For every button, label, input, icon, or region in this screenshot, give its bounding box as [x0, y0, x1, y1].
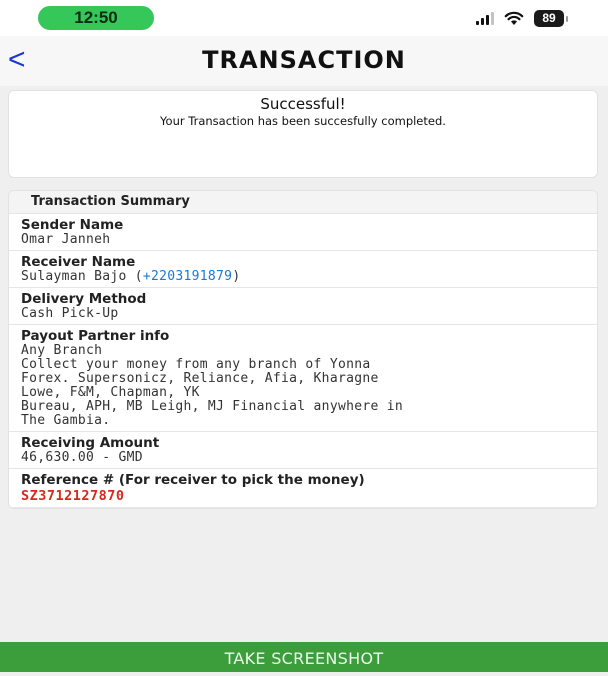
- payout-line: Any Branch: [21, 343, 103, 358]
- payout-line: The Gambia.: [21, 413, 111, 428]
- payout-line: Bureau, APH, MB Leigh, MJ Financial anyw…: [21, 399, 403, 414]
- delivery-value: Cash Pick-Up: [21, 306, 119, 321]
- take-screenshot-button[interactable]: TAKE SCREENSHOT: [0, 642, 608, 672]
- receiver-name: Sulayman Bajo (: [21, 269, 143, 284]
- success-card: Successful! Your Transaction has been su…: [8, 90, 598, 178]
- delivery-row: Delivery Method Cash Pick-Up: [9, 288, 597, 325]
- sender-value: Omar Janneh: [21, 232, 111, 247]
- status-bar: 12:50 89: [0, 0, 608, 36]
- payout-row: Payout Partner info Any Branch Collect y…: [9, 325, 597, 432]
- payout-label: Payout Partner info: [21, 328, 170, 344]
- reference-row: Reference # (For receiver to pick the mo…: [9, 469, 597, 508]
- payout-line: Forex. Supersonicz, Reliance, Afia, Khar…: [21, 371, 379, 386]
- success-message: Your Transaction has been succesfully co…: [160, 114, 446, 128]
- payout-line: Lowe, F&M, Chapman, YK: [21, 385, 200, 400]
- reference-value: SZ3712127870: [21, 488, 125, 504]
- receiver-suffix: ): [232, 269, 241, 284]
- receiver-row: Receiver Name Sulayman Bajo (+2203191879…: [9, 251, 597, 288]
- amount-value: 46,630.00 - GMD: [21, 450, 143, 465]
- status-icons: 89: [476, 8, 568, 28]
- header: < TRANSACTION: [0, 36, 608, 86]
- battery-icon: 89: [534, 9, 568, 27]
- signal-icon: [476, 11, 494, 25]
- delivery-label: Delivery Method: [21, 291, 147, 307]
- sender-label: Sender Name: [21, 217, 124, 233]
- receiver-label: Receiver Name: [21, 254, 136, 270]
- wifi-icon: [504, 11, 524, 25]
- summary-title: Transaction Summary: [9, 191, 597, 214]
- amount-row: Receiving Amount 46,630.00 - GMD: [9, 432, 597, 469]
- receiver-phone-link[interactable]: +2203191879: [143, 269, 232, 284]
- reference-label: Reference # (For receiver to pick the mo…: [21, 472, 365, 488]
- payout-line: Collect your money from any branch of Yo…: [21, 357, 371, 372]
- time-display: 12:50: [38, 6, 154, 30]
- transaction-summary: Transaction Summary Sender Name Omar Jan…: [8, 190, 598, 509]
- success-title: Successful!: [260, 95, 346, 113]
- amount-label: Receiving Amount: [21, 435, 160, 451]
- receiver-value: Sulayman Bajo (+2203191879): [21, 270, 587, 284]
- page-title: TRANSACTION: [202, 46, 406, 74]
- sender-row: Sender Name Omar Janneh: [9, 214, 597, 251]
